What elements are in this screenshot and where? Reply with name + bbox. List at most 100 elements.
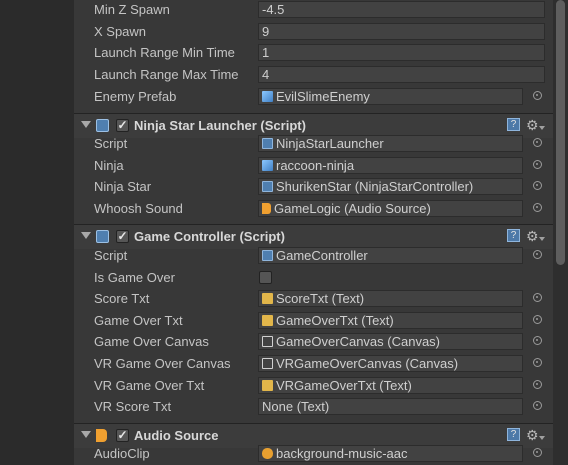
property-label: Ninja Star xyxy=(94,179,152,194)
property-label: X Spawn xyxy=(94,24,147,39)
property-label: Min Z Spawn xyxy=(94,2,170,17)
launch-range-min-time-field[interactable]: 1 xyxy=(258,44,545,61)
inspector-panel: Min Z Spawn -4.5 X Spawn 9 Launch Range … xyxy=(0,0,568,465)
foldout-arrow-icon[interactable] xyxy=(81,232,91,239)
component-enabled-checkbox[interactable]: ✓ xyxy=(116,429,129,442)
object-picker-icon[interactable] xyxy=(533,250,542,259)
property-row-ninja-star: Ninja Star ShurikenStar (NinjaStarContro… xyxy=(74,177,553,198)
canvas-icon xyxy=(262,336,273,347)
property-label: Whoosh Sound xyxy=(94,201,183,216)
chevron-down-icon xyxy=(539,126,545,130)
ninja-star-field[interactable]: ShurikenStar (NinjaStarController) xyxy=(258,178,523,195)
foldout-arrow-icon[interactable] xyxy=(81,431,91,438)
ninja-field[interactable]: raccoon-ninja xyxy=(258,157,523,174)
text-icon xyxy=(262,380,273,391)
audio-source-icon xyxy=(262,203,271,214)
script-icon xyxy=(262,250,273,261)
object-picker-icon[interactable] xyxy=(533,138,542,147)
object-field-value: VRGameOverCanvas (Canvas) xyxy=(276,356,459,371)
property-row-launch-range-min-time: Launch Range Min Time 1 xyxy=(74,43,553,64)
property-row-ninja: Ninja raccoon-ninja xyxy=(74,156,553,177)
object-field-value: GameOverTxt (Text) xyxy=(276,313,394,328)
help-book-icon[interactable]: ? xyxy=(507,118,520,131)
property-row-launch-range-max-time: Launch Range Max Time 4 xyxy=(74,65,553,86)
launch-range-max-time-field[interactable]: 4 xyxy=(258,66,545,83)
property-label: Game Over Canvas xyxy=(94,334,209,349)
object-picker-icon[interactable] xyxy=(533,401,542,410)
gear-icon[interactable]: ⚙ xyxy=(526,228,539,245)
component-enabled-checkbox[interactable]: ✓ xyxy=(116,230,129,243)
canvas-icon xyxy=(262,358,273,369)
chevron-down-icon xyxy=(539,436,545,440)
script-field[interactable]: NinjaStarLauncher xyxy=(258,135,523,152)
inspector-content: Min Z Spawn -4.5 X Spawn 9 Launch Range … xyxy=(74,0,553,465)
object-picker-icon[interactable] xyxy=(533,448,542,457)
property-label: AudioClip xyxy=(94,446,150,461)
gear-icon[interactable]: ⚙ xyxy=(526,427,539,444)
vertical-scrollbar[interactable] xyxy=(553,0,568,465)
object-field-value: GameLogic (Audio Source) xyxy=(274,201,431,216)
game-over-txt-field[interactable]: GameOverTxt (Text) xyxy=(258,312,523,329)
min-z-spawn-field[interactable]: -4.5 xyxy=(258,1,545,18)
audio-clip-icon xyxy=(262,448,273,459)
property-row-game-over-canvas: Game Over Canvas GameOverCanvas (Canvas) xyxy=(74,332,553,353)
vr-game-over-txt-field[interactable]: VRGameOverTxt (Text) xyxy=(258,377,523,394)
object-picker-icon[interactable] xyxy=(533,203,542,212)
enemy-prefab-field[interactable]: EvilSlimeEnemy xyxy=(258,88,523,105)
help-book-icon[interactable]: ? xyxy=(507,229,520,242)
text-icon xyxy=(262,293,273,304)
x-spawn-field[interactable]: 9 xyxy=(258,23,545,40)
object-field-value: ScoreTxt (Text) xyxy=(276,291,365,306)
gear-icon[interactable]: ⚙ xyxy=(526,117,539,134)
component-enabled-checkbox[interactable]: ✓ xyxy=(116,119,129,132)
component-title: Audio Source xyxy=(134,428,219,443)
scrollbar-thumb[interactable] xyxy=(556,0,565,265)
object-picker-icon[interactable] xyxy=(533,181,542,190)
object-field-value: ShurikenStar (NinjaStarController) xyxy=(276,179,474,194)
object-picker-icon[interactable] xyxy=(533,315,542,324)
score-txt-field[interactable]: ScoreTxt (Text) xyxy=(258,290,523,307)
script-icon xyxy=(96,230,109,243)
property-row-script: Script GameController xyxy=(74,246,553,267)
object-picker-icon[interactable] xyxy=(533,358,542,367)
object-field-value: raccoon-ninja xyxy=(276,158,355,173)
object-picker-icon[interactable] xyxy=(533,293,542,302)
vr-score-txt-field[interactable]: None (Text) xyxy=(258,398,523,415)
whoosh-sound-field[interactable]: GameLogic (Audio Source) xyxy=(258,200,523,217)
script-field[interactable]: GameController xyxy=(258,247,523,264)
vr-game-over-canvas-field[interactable]: VRGameOverCanvas (Canvas) xyxy=(258,355,523,372)
text-icon xyxy=(262,315,273,326)
property-label: Launch Range Max Time xyxy=(94,67,239,82)
property-row-whoosh-sound: Whoosh Sound GameLogic (Audio Source) xyxy=(74,199,553,220)
object-picker-icon[interactable] xyxy=(533,160,542,169)
property-row-score-txt: Score Txt ScoreTxt (Text) xyxy=(74,289,553,310)
object-field-value: None (Text) xyxy=(262,399,330,414)
object-field-value: NinjaStarLauncher xyxy=(276,136,384,151)
property-row-vr-game-over-canvas: VR Game Over Canvas VRGameOverCanvas (Ca… xyxy=(74,354,553,375)
foldout-arrow-icon[interactable] xyxy=(81,121,91,128)
is-game-over-checkbox[interactable] xyxy=(259,271,272,284)
object-picker-icon[interactable] xyxy=(533,336,542,345)
object-picker-icon[interactable] xyxy=(533,91,542,100)
object-picker-icon[interactable] xyxy=(533,380,542,389)
property-row-x-spawn: X Spawn 9 xyxy=(74,22,553,43)
audioclip-field[interactable]: background-music-aac xyxy=(258,445,523,462)
object-field-value: EvilSlimeEnemy xyxy=(276,89,370,104)
property-row-audioclip: AudioClip background-music-aac xyxy=(74,444,553,465)
property-row-enemy-prefab: Enemy Prefab EvilSlimeEnemy xyxy=(74,87,553,108)
property-label: VR Game Over Txt xyxy=(94,378,205,393)
help-book-icon[interactable]: ? xyxy=(507,428,520,441)
property-label: Is Game Over xyxy=(94,270,175,285)
property-label: Game Over Txt xyxy=(94,313,183,328)
object-field-value: background-music-aac xyxy=(276,446,408,461)
game-over-canvas-field[interactable]: GameOverCanvas (Canvas) xyxy=(258,333,523,350)
left-gutter xyxy=(0,0,74,465)
chevron-down-icon xyxy=(539,237,545,241)
object-field-value: GameController xyxy=(276,248,368,263)
property-label: Script xyxy=(94,248,128,263)
property-row-script: Script NinjaStarLauncher xyxy=(74,134,553,155)
property-label: Enemy Prefab xyxy=(94,89,177,104)
component-title: Ninja Star Launcher (Script) xyxy=(134,118,306,133)
property-row-is-game-over: Is Game Over xyxy=(74,268,553,289)
property-label: Ninja xyxy=(94,158,124,173)
